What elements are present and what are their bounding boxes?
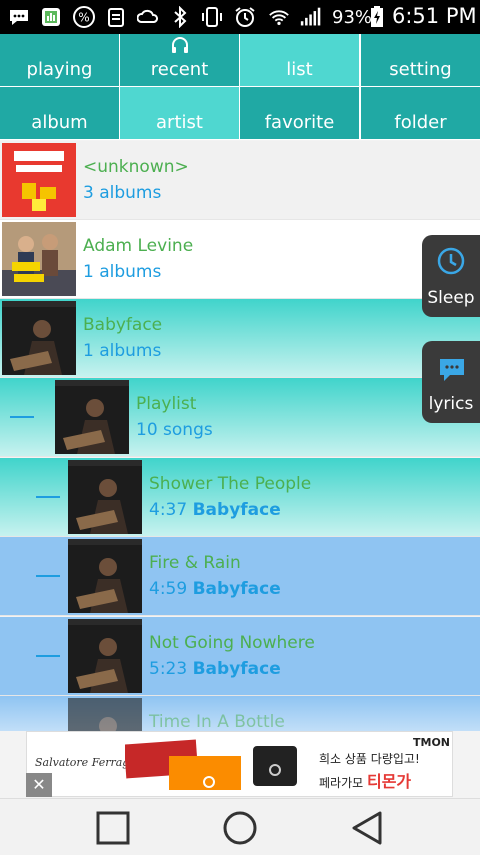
indent-dash [10, 416, 34, 418]
album-art [2, 301, 76, 375]
tab-label: recent [150, 59, 209, 80]
indent-dash [36, 575, 60, 577]
song-duration: 4:37 [149, 500, 188, 520]
navigation-bar [0, 798, 480, 855]
message-icon [8, 6, 30, 28]
tab-label: album [31, 112, 88, 133]
tab-label: folder [394, 112, 447, 133]
tab-playing[interactable]: playing [0, 34, 119, 86]
item-subtitle: 1 albums [83, 262, 162, 282]
album-art [68, 539, 142, 613]
album-art [2, 222, 76, 296]
item-title: Adam Levine [83, 236, 194, 256]
song-meta: 5:23 Babyface [149, 659, 281, 679]
song-artist: Babyface [192, 500, 281, 520]
clipboard-icon [105, 6, 127, 28]
percent-icon: % [73, 6, 95, 28]
ad-tagline-prefix: 페라가모 [319, 776, 367, 790]
tab-grid: playing recent list setting album artist… [0, 34, 480, 140]
item-subtitle: 1 albums [83, 341, 162, 361]
tab-album[interactable]: album [0, 87, 119, 139]
album-art [55, 380, 129, 454]
tab-label: setting [389, 59, 452, 80]
headphones-icon [120, 36, 239, 58]
artist-list[interactable]: <unknown> 3 albums Adam Levine 1 albums … [0, 141, 480, 731]
item-title: <unknown> [83, 157, 189, 177]
song-title: Not Going Nowhere [149, 633, 315, 653]
battery-icon [366, 6, 388, 28]
weather-icon [137, 6, 159, 28]
list-item[interactable]: Time In A Bottle [0, 696, 480, 731]
clock: 6:51 PM [392, 4, 477, 28]
tab-label: artist [156, 112, 203, 133]
tab-label: list [286, 59, 313, 80]
album-art [68, 698, 142, 731]
song-title: Shower The People [149, 474, 312, 494]
wifi-icon [268, 6, 290, 28]
sleep-label: Sleep [427, 288, 475, 308]
indent-dash [36, 655, 60, 657]
bluetooth-icon [169, 6, 191, 28]
tab-recent[interactable]: recent [120, 34, 239, 86]
list-item[interactable]: <unknown> 3 albums [0, 141, 480, 220]
wallet-image [123, 738, 305, 796]
list-item[interactable]: Not Going Nowhere 5:23 Babyface [0, 617, 480, 696]
list-item[interactable]: Shower The People 4:37 Babyface [0, 458, 480, 537]
home-button[interactable] [222, 810, 258, 850]
alarm-icon [234, 6, 256, 28]
song-meta: 4:37 Babyface [149, 500, 281, 520]
tab-setting[interactable]: setting [361, 34, 480, 86]
clock-icon [436, 246, 466, 280]
song-artist: Babyface [192, 659, 281, 679]
lyrics-label: lyrics [428, 394, 474, 414]
tab-artist[interactable]: artist [120, 87, 239, 139]
photo-icon [40, 6, 62, 28]
album-art [68, 460, 142, 534]
ad-close-button[interactable]: ✕ [26, 773, 52, 797]
album-art [68, 619, 142, 693]
ad-tagline-highlight: 티몬가 [366, 772, 412, 791]
list-item[interactable]: Adam Levine 1 albums [0, 220, 480, 299]
svg-text:%: % [78, 11, 89, 25]
tab-favorite[interactable]: favorite [240, 87, 359, 139]
chat-bubble-icon [438, 357, 466, 387]
list-item[interactable]: Fire & Rain 4:59 Babyface [0, 537, 480, 616]
lyrics-button[interactable]: lyrics [422, 341, 480, 423]
sleep-button[interactable]: Sleep [422, 235, 480, 317]
signal-icon [300, 6, 322, 28]
tab-folder[interactable]: folder [361, 87, 480, 139]
ad-banner[interactable]: Salvatore Ferragamo TMON 희소 상품 다량입고! 페라가… [26, 731, 453, 797]
item-subtitle: 10 songs [136, 420, 213, 440]
status-bar: % 93% 6:51 PM [0, 0, 480, 34]
ad-tagline: 페라가모 티몬가 [319, 768, 411, 792]
item-title: Playlist [136, 394, 197, 414]
item-title: Babyface [83, 315, 163, 335]
ad-headline: 희소 상품 다량입고! [319, 752, 420, 766]
song-duration: 5:23 [149, 659, 188, 679]
indent-dash [36, 496, 60, 498]
item-subtitle: 3 albums [83, 183, 162, 203]
vibrate-icon [201, 6, 223, 28]
album-art [2, 143, 76, 217]
song-meta: 4:59 Babyface [149, 579, 281, 599]
song-artist: Babyface [192, 579, 281, 599]
song-title: Fire & Rain [149, 553, 241, 573]
song-title: Time In A Bottle [149, 712, 285, 731]
list-item[interactable]: Babyface 1 albums [0, 299, 480, 378]
ad-logo: TMON [413, 736, 451, 749]
back-button[interactable] [350, 810, 384, 850]
song-duration: 4:59 [149, 579, 188, 599]
tab-label: playing [26, 59, 93, 80]
list-item[interactable]: Playlist 10 songs [0, 378, 480, 457]
tab-label: favorite [264, 112, 335, 133]
recent-apps-button[interactable] [96, 811, 130, 849]
tab-list[interactable]: list [240, 34, 359, 86]
